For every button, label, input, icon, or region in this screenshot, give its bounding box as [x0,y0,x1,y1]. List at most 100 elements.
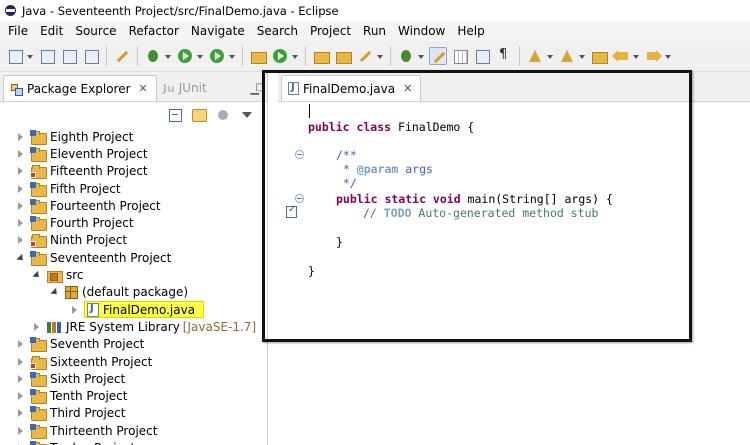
java-project-icon [30,250,47,266]
menu-edit[interactable]: Edit [34,21,69,41]
collapsed-arrow-icon[interactable] [16,408,26,418]
collapsed-arrow-icon[interactable] [16,426,26,436]
previous-edit-icon[interactable] [558,47,576,65]
collapse-all-icon[interactable] [167,107,183,123]
forward-icon[interactable] [644,47,662,65]
eclipse-logo-icon [4,4,17,17]
collapsed-arrow-icon[interactable] [16,357,26,367]
expanded-arrow-icon[interactable] [32,270,42,280]
tree-item-label: Fifth Project [50,181,121,196]
new-dropdown-icon[interactable] [26,47,34,65]
menu-refactor[interactable]: Refactor [123,21,185,41]
skip-breakpoints-icon[interactable] [113,47,131,65]
editor-text-area[interactable]: public class FinalDemo { /** * @param ar… [278,102,750,445]
expanded-arrow-icon[interactable] [16,253,26,263]
menu-navigate[interactable]: Navigate [185,21,251,41]
collapsed-arrow-icon[interactable] [16,235,26,245]
tree-item-project[interactable]: Eighth Project [0,128,267,145]
collapsed-arrow-icon[interactable] [16,374,26,384]
external-tools-icon[interactable] [208,47,226,65]
search-icon[interactable] [356,47,374,65]
fold-collapse-icon[interactable] [295,150,304,159]
tree-item-project[interactable]: Fourth Project [0,214,267,232]
search-dropdown-icon[interactable] [376,47,384,65]
new-class-dropdown-icon[interactable] [291,47,299,65]
open-folder-icon[interactable] [334,47,352,65]
collapsed-arrow-icon[interactable] [16,201,26,211]
tree-item-project[interactable]: Fourteenth Project [0,197,267,214]
run-dropdown-icon[interactable] [196,47,204,65]
tree-item-project[interactable]: Ninth Project [0,232,267,249]
tab-junit[interactable]: Ju JUnit [157,75,215,101]
menu-window[interactable]: Window [392,21,451,41]
tree-item-project[interactable]: Third Project [0,405,267,422]
menu-file[interactable]: File [2,21,34,41]
new-java-project-icon[interactable] [249,47,267,65]
collapsed-arrow-icon[interactable] [16,184,26,194]
debug-dropdown-icon[interactable] [164,47,172,65]
show-whitespace-icon[interactable] [495,47,513,65]
collapsed-arrow-icon[interactable] [16,391,26,401]
annotation-dropdown-icon[interactable] [417,47,425,65]
tree-item-project[interactable]: Eleventh Project [0,145,267,162]
save-all-icon[interactable] [60,47,78,65]
tree-item-project[interactable]: Sixth Project [0,370,267,387]
open-type-icon[interactable] [312,47,330,65]
tree-item-java-file[interactable]: FinalDemo.java [0,301,267,319]
previous-edit-dropdown-icon[interactable] [578,47,586,65]
next-edit-dropdown-icon[interactable] [546,47,554,65]
tree-item-project[interactable]: Fifth Project [0,180,267,197]
tree-item-project[interactable]: Tenth Project [0,387,267,405]
tree-item-source-folder[interactable]: src [0,266,267,284]
collapsed-arrow-icon[interactable] [32,322,42,332]
menu-project[interactable]: Project [304,21,357,41]
tab-finaldemo-java[interactable]: FinalDemo.java ✕ [281,75,422,101]
forward-dropdown-icon[interactable] [664,47,672,65]
menu-help[interactable]: Help [451,21,490,41]
collapsed-arrow-icon[interactable] [16,166,26,176]
tree-item-project[interactable]: Seventh Project [0,336,267,353]
tab-package-explorer[interactable]: Package Explorer ✕ [3,75,157,101]
task-marker-icon[interactable] [286,204,297,218]
collapsed-arrow-icon[interactable] [70,305,80,315]
new-icon[interactable] [6,47,24,65]
tree-item-project[interactable]: Seventeenth Project [0,249,267,266]
last-edit-location-icon[interactable] [590,47,608,65]
tree-item-project[interactable]: Sixteenth Project [0,353,267,370]
package-icon [64,285,78,300]
tree-item-project[interactable]: Twelve Project [0,439,267,445]
tree-item-project[interactable]: Fifteenth Project [0,163,267,180]
collapsed-arrow-icon[interactable] [16,339,26,349]
collapsed-arrow-icon[interactable] [16,149,26,159]
new-class-icon[interactable] [271,47,289,65]
next-annotation-icon[interactable] [397,47,415,65]
maximize-icon[interactable]: □ [256,82,265,93]
print-icon[interactable] [82,47,100,65]
close-icon[interactable]: ✕ [139,82,148,95]
run-icon[interactable] [176,47,194,65]
menu-run[interactable]: Run [357,21,392,41]
external-tools-dropdown-icon[interactable] [228,47,236,65]
expanded-arrow-icon[interactable] [50,287,60,297]
tree-item-package[interactable]: (default package) [0,284,267,301]
view-menu-icon[interactable] [239,107,255,123]
debug-icon[interactable] [144,47,162,65]
collapsed-arrow-icon[interactable] [16,218,26,228]
block-selection-icon[interactable] [451,47,469,65]
toggle-breadcrumb-icon[interactable] [473,47,491,65]
menu-source[interactable]: Source [69,21,122,41]
focus-task-icon[interactable] [215,107,231,123]
close-icon[interactable]: ✕ [403,82,412,95]
comment-text: Auto-generated method stub [411,206,599,220]
mark-occurrences-icon[interactable] [429,47,447,65]
back-dropdown-icon[interactable] [632,47,640,65]
back-icon[interactable] [612,47,630,65]
save-icon[interactable] [38,47,56,65]
tree-item-library[interactable]: JRE System Library [JavaSE-1.7] [0,318,267,335]
link-with-editor-icon[interactable] [191,107,207,123]
next-edit-icon[interactable] [526,47,544,65]
tree-item-project[interactable]: Thirteenth Project [0,422,267,439]
menu-search[interactable]: Search [251,21,304,41]
fold-collapse-icon[interactable] [295,194,304,203]
collapsed-arrow-icon[interactable] [16,132,26,142]
